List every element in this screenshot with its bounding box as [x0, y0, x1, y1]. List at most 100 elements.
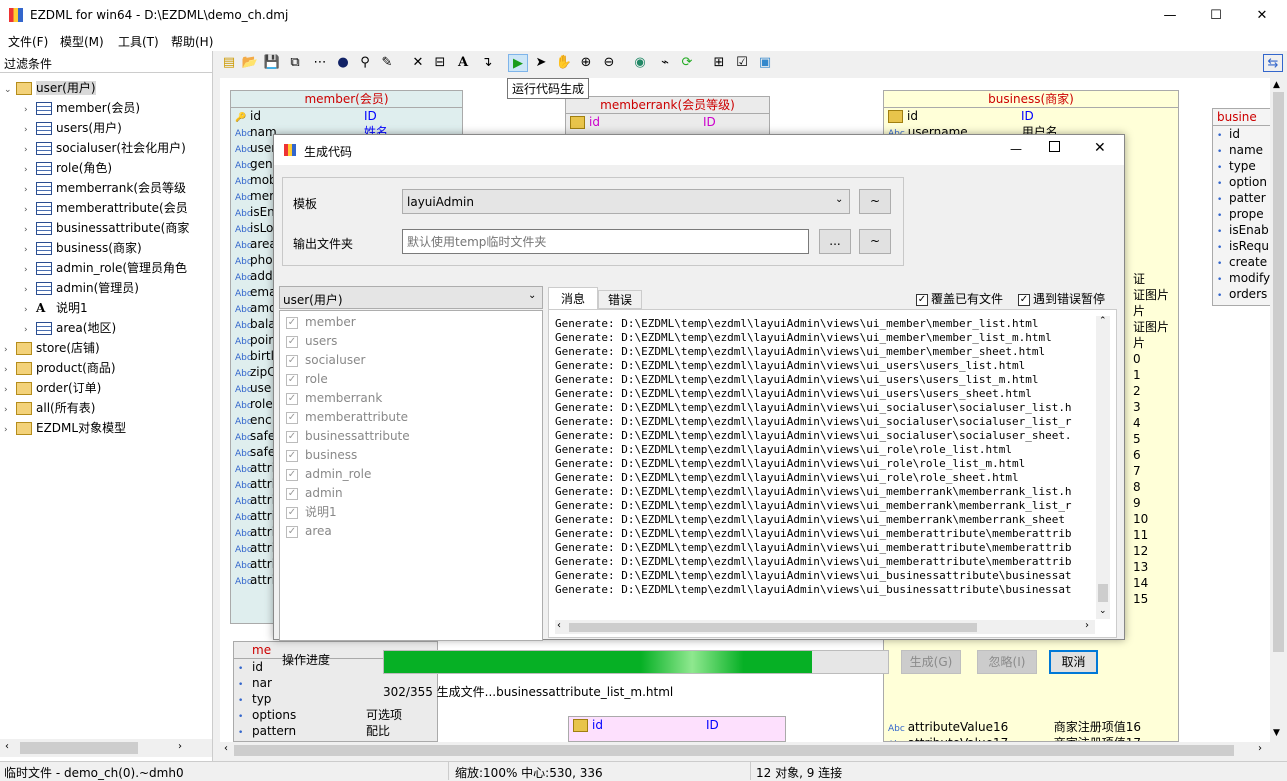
tab-errors[interactable]: 错误 — [598, 290, 642, 309]
entity-memberrank[interactable]: memberrank(会员等级) id ID — [565, 96, 770, 136]
table-check-item[interactable]: ✓ role — [280, 370, 542, 389]
chevron-right-icon[interactable]: › — [24, 100, 36, 120]
tree-item[interactable]: › business(商家) — [4, 238, 210, 258]
scroll-down-icon[interactable]: ▼ — [1273, 728, 1280, 738]
chevron-right-icon[interactable]: › — [24, 200, 36, 220]
tree-item[interactable]: › businessattribute(商家 — [4, 218, 210, 238]
table-check-item[interactable]: ✓ 说明1 — [280, 503, 542, 522]
template-select[interactable]: layuiAdmin ⌄ — [402, 189, 850, 214]
run-codegen-icon[interactable]: ▶ — [508, 54, 528, 72]
diagram-icon[interactable]: ⋯ — [310, 54, 330, 72]
tree-item[interactable]: › memberrank(会员等级 — [4, 178, 210, 198]
generate-button[interactable]: 生成(G) — [901, 650, 961, 674]
tree-item[interactable]: › member(会员) — [4, 98, 210, 118]
overwrite-checkbox[interactable]: ✓ 覆盖已有文件 — [916, 290, 1003, 307]
tree-folder[interactable]: ⌄ user(用户) — [4, 78, 210, 98]
scroll-right-icon[interactable]: › — [1258, 743, 1262, 754]
menu-file[interactable]: 文件(F) — [8, 33, 48, 50]
chevron-right-icon[interactable]: › — [24, 240, 36, 260]
table-icon[interactable]: ⊟ — [430, 54, 450, 72]
chevron-down-icon[interactable]: ⌄ — [4, 80, 16, 100]
tree-folder[interactable]: › EZDML对象模型 — [4, 418, 210, 438]
open-icon[interactable]: 📂 — [240, 54, 260, 72]
properties-icon[interactable]: ☑ — [732, 54, 752, 72]
menu-help[interactable]: 帮助(H) — [171, 33, 213, 50]
table-check-item[interactable]: ✓ memberrank — [280, 389, 542, 408]
export-icon[interactable]: ⌁ — [655, 54, 675, 72]
edit-icon[interactable]: ✎ — [377, 54, 397, 72]
new-icon[interactable]: ▤ — [219, 54, 239, 72]
save-icon[interactable]: 💾 — [262, 54, 282, 72]
zoom-out-icon[interactable]: ⊖ — [599, 54, 619, 72]
tree-hscrollbar[interactable]: ‹ › — [0, 739, 212, 757]
delete-icon[interactable]: ✕ — [408, 54, 428, 72]
canvas-hscrollbar[interactable]: ‹ › — [220, 742, 1270, 759]
tree-item[interactable]: › area(地区) — [4, 318, 210, 338]
table-check-item[interactable]: ✓ memberattribute — [280, 408, 542, 427]
chevron-right-icon[interactable]: › — [24, 120, 36, 140]
table-check-item[interactable]: ✓ admin — [280, 484, 542, 503]
tree-item[interactable]: › socialuser(社会化用户) — [4, 138, 210, 158]
globe-icon[interactable]: ● — [333, 54, 353, 72]
menu-tools[interactable]: 工具(T) — [118, 33, 159, 50]
maximize-button[interactable]: ☐ — [1193, 0, 1239, 31]
chevron-right-icon[interactable]: › — [24, 280, 36, 300]
tree-item[interactable]: › memberattribute(会员 — [4, 198, 210, 218]
folder-options-button[interactable]: ~ — [859, 229, 891, 254]
tree-folder[interactable]: › all(所有表) — [4, 398, 210, 418]
scroll-down-icon[interactable]: ⌄ — [1099, 606, 1107, 616]
pointer-icon[interactable]: ➤ — [531, 54, 551, 72]
close-button[interactable]: ✕ — [1239, 0, 1285, 31]
view-icon[interactable]: ◉ — [630, 54, 650, 72]
scroll-left-icon[interactable]: ‹ — [224, 743, 228, 754]
save-as-icon[interactable]: ⧉ — [285, 54, 305, 72]
chevron-right-icon[interactable]: › — [24, 320, 36, 340]
scroll-up-icon[interactable]: ⌃ — [1099, 316, 1107, 326]
link-icon[interactable]: ↴ — [477, 54, 497, 72]
scroll-left-icon[interactable]: ‹ — [557, 620, 561, 631]
tree-item[interactable]: › A 说明1 — [4, 298, 210, 318]
refresh-icon[interactable]: ⟳ — [677, 54, 697, 72]
minimize-button[interactable]: — — [1147, 0, 1193, 31]
log-vscrollbar[interactable]: ⌃ ⌄ — [1096, 316, 1110, 619]
dialog-maximize-button[interactable] — [1049, 141, 1060, 152]
scroll-thumb[interactable] — [1098, 584, 1108, 602]
entity-business-2[interactable]: busine • id • name • type • option • patter • prope… — [1212, 108, 1272, 306]
log-hscrollbar[interactable]: ‹ › — [555, 620, 1095, 634]
canvas-vscrollbar[interactable]: ▲ ▼ — [1270, 78, 1287, 742]
scroll-up-icon[interactable]: ▲ — [1273, 80, 1280, 90]
cancel-button[interactable]: 取消 — [1049, 650, 1098, 674]
chevron-right-icon[interactable]: › — [4, 400, 16, 420]
ignore-button[interactable]: 忽略(I) — [977, 650, 1037, 674]
table-check-item[interactable]: ✓ admin_role — [280, 465, 542, 484]
chevron-right-icon[interactable]: › — [24, 180, 36, 200]
text-icon[interactable]: A — [453, 54, 473, 72]
dialog-minimize-button[interactable]: — — [1010, 142, 1022, 156]
scroll-right-icon[interactable]: › — [1085, 620, 1089, 631]
chevron-right-icon[interactable]: › — [4, 360, 16, 380]
scroll-left-icon[interactable]: ‹ — [5, 741, 9, 752]
template-edit-button[interactable]: ~ — [859, 189, 891, 214]
chevron-right-icon[interactable]: › — [4, 340, 16, 360]
model-select[interactable]: user(用户) ⌄ — [279, 286, 543, 309]
chevron-right-icon[interactable]: › — [24, 220, 36, 240]
tree-folder[interactable]: › order(订单) — [4, 378, 210, 398]
dialog-close-button[interactable]: ✕ — [1094, 140, 1106, 156]
add-field-icon[interactable]: ⊞ — [709, 54, 729, 72]
chevron-right-icon[interactable]: › — [24, 260, 36, 280]
table-check-item[interactable]: ✓ area — [280, 522, 542, 541]
image-icon[interactable]: ▣ — [755, 54, 775, 72]
chevron-right-icon[interactable]: › — [24, 140, 36, 160]
menu-model[interactable]: 模型(M) — [60, 33, 104, 50]
tree-item[interactable]: › role(角色) — [4, 158, 210, 178]
scroll-thumb[interactable] — [20, 742, 138, 754]
table-check-item[interactable]: ✓ businessattribute — [280, 427, 542, 446]
tree-folder[interactable]: › product(商品) — [4, 358, 210, 378]
tree-folder[interactable]: › store(店铺) — [4, 338, 210, 358]
scroll-thumb[interactable] — [569, 623, 977, 632]
zoom-in-icon[interactable]: ⊕ — [576, 54, 596, 72]
tab-messages[interactable]: 消息 — [548, 287, 598, 309]
hand-icon[interactable]: ✋ — [554, 54, 574, 72]
chevron-right-icon[interactable]: › — [24, 300, 36, 320]
pause-on-error-checkbox[interactable]: ✓ 遇到错误暂停 — [1018, 290, 1105, 307]
